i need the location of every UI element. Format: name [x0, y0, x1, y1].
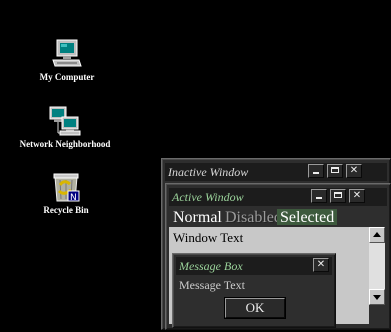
arrow-down-icon	[373, 295, 381, 300]
scroll-down-button[interactable]	[369, 289, 385, 305]
close-icon: ✕	[349, 165, 359, 176]
window-title: Active Window	[172, 190, 244, 204]
desktop-icon-my-computer[interactable]: My Computer	[2, 38, 132, 82]
inactive-window-titlebar[interactable]: Inactive Window ✕	[165, 163, 387, 181]
active-window-titlebar[interactable]: Active Window ✕	[169, 188, 387, 206]
maximize-icon	[334, 192, 342, 198]
message-box-titlebar[interactable]: Message Box ✕	[176, 257, 332, 275]
scroll-track[interactable]	[369, 243, 385, 289]
menu-item-disabled: Disabled	[225, 209, 282, 226]
close-button[interactable]: ✕	[346, 164, 362, 178]
maximize-icon	[331, 167, 339, 173]
scroll-up-button[interactable]	[369, 227, 385, 243]
desktop-icon-network-neighborhood[interactable]: Network Neighborhood	[0, 105, 130, 149]
window-text: Window Text	[173, 230, 244, 245]
ok-button[interactable]: OK	[224, 297, 286, 319]
close-icon: ✕	[352, 190, 362, 201]
minimize-button[interactable]	[308, 164, 324, 178]
desktop-icon-label: My Computer	[39, 72, 95, 82]
menu-bar: Normal Disabled Selected	[170, 209, 386, 226]
maximize-button[interactable]	[327, 164, 343, 178]
svg-text:N: N	[70, 193, 77, 203]
maximize-button[interactable]	[330, 189, 346, 203]
vertical-scrollbar[interactable]	[369, 227, 385, 305]
minimize-button[interactable]	[311, 189, 327, 203]
message-text: Message Text	[179, 278, 245, 292]
message-box-title: Message Box	[179, 259, 243, 273]
network-icon	[49, 106, 81, 136]
minimize-icon	[316, 197, 322, 199]
computer-icon	[52, 39, 82, 67]
minimize-icon	[313, 172, 319, 174]
desktop-icon-label: Network Neighborhood	[19, 139, 111, 149]
close-button[interactable]: ✕	[313, 258, 329, 272]
menu-item-normal[interactable]: Normal	[170, 209, 225, 226]
menu-item-selected[interactable]: Selected	[277, 209, 338, 226]
window-title: Inactive Window	[168, 165, 249, 179]
close-button[interactable]: ✕	[349, 189, 365, 203]
desktop-icon-label: Recycle Bin	[43, 205, 89, 215]
desktop-icon-recycle-bin[interactable]: N Recycle Bin	[1, 171, 131, 215]
close-icon: ✕	[316, 259, 326, 270]
recycle-bin-icon: N	[53, 173, 80, 203]
arrow-up-icon	[373, 232, 381, 237]
